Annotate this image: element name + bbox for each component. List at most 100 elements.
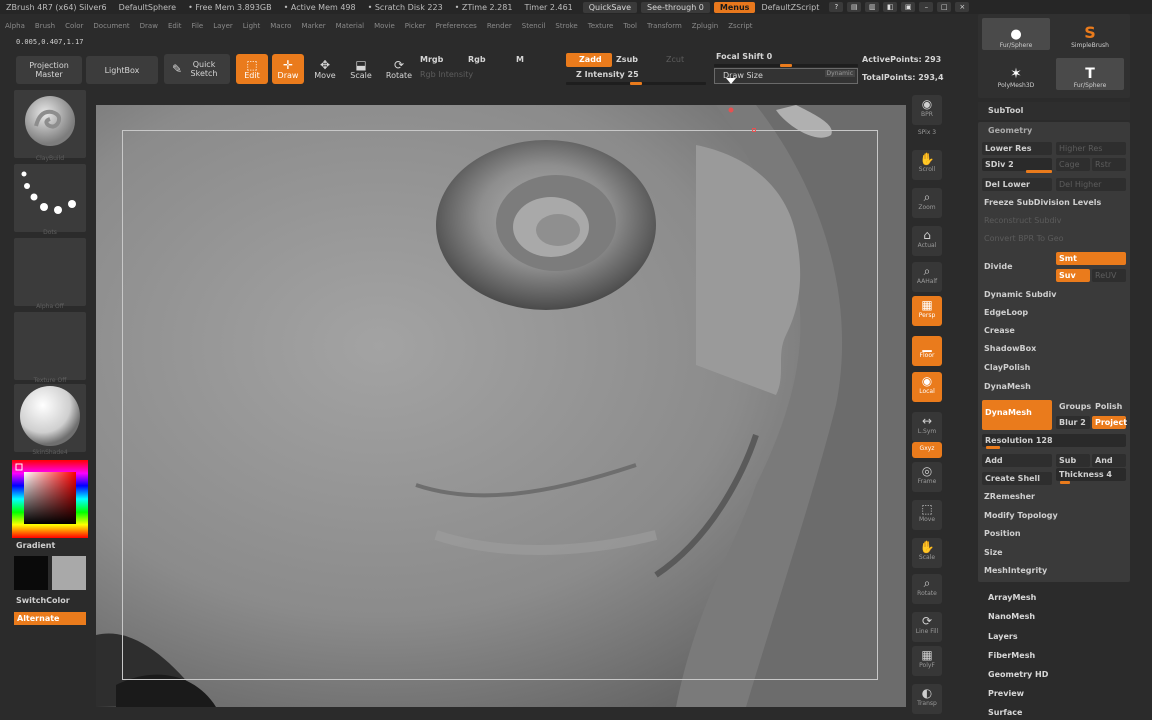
size-header[interactable]: Size (984, 548, 1003, 557)
projection-master-button[interactable]: Projection Master (16, 56, 82, 84)
secondary-color-swatch[interactable] (52, 556, 86, 590)
dynamic-toggle[interactable]: Dynamic (824, 70, 855, 77)
material-thumbnail[interactable] (14, 384, 86, 452)
smt-toggle[interactable]: Smt (1056, 252, 1126, 265)
help-icon[interactable]: ? (829, 2, 844, 12)
polish-toggle[interactable]: Polish (1092, 400, 1126, 413)
higher-res-button[interactable]: Higher Res (1056, 142, 1126, 155)
menu-zscript[interactable]: Zscript (723, 22, 757, 30)
cage-button[interactable]: Cage (1056, 158, 1090, 171)
del-higher-button[interactable]: Del Higher (1056, 178, 1126, 191)
nav-gxyz-button[interactable]: Gxyz (912, 442, 942, 458)
minimize-icon[interactable]: – (919, 2, 934, 12)
menu-macro[interactable]: Macro (265, 22, 296, 30)
surface-header[interactable]: Surface (988, 708, 1022, 717)
stroke-thumbnail[interactable] (14, 164, 86, 232)
menu-stencil[interactable]: Stencil (517, 22, 551, 30)
resolution-slider-fill[interactable] (986, 446, 1000, 449)
zcut-button[interactable]: Zcut (666, 55, 684, 64)
dynamesh-header[interactable]: DynaMesh (984, 382, 1031, 391)
color-wheel[interactable] (12, 460, 88, 538)
alternate-toggle[interactable]: Alternate (14, 612, 86, 625)
nav-local-button[interactable]: ◉ Local (912, 372, 942, 402)
default-zscript[interactable]: DefaultZScript (755, 3, 825, 12)
nav-rotate-button[interactable]: ⌕ Rotate (912, 574, 942, 604)
nav-scroll-button[interactable]: ✋ Scroll (912, 150, 942, 180)
zsub-button[interactable]: Zsub (616, 55, 638, 64)
modify-topology-header[interactable]: Modify Topology (984, 511, 1058, 520)
nav-polyf-button[interactable]: ▦ PolyF (912, 646, 942, 676)
thickness-slider-fill[interactable] (1060, 481, 1070, 484)
texture-thumbnail[interactable] (14, 312, 86, 380)
z-intensity-slider[interactable]: Z Intensity 25 (576, 70, 639, 79)
reconstruct-subdiv-button[interactable]: Reconstruct Subdiv (984, 216, 1062, 225)
del-lower-button[interactable]: Del Lower (982, 178, 1052, 191)
add-button[interactable]: Add (982, 454, 1052, 467)
nav-scale-button[interactable]: ✋ Scale (912, 538, 942, 568)
tool-tile-simplebrush[interactable]: S SimpleBrush (1056, 18, 1124, 50)
fibermesh-header[interactable]: FiberMesh (988, 651, 1035, 660)
close-icon[interactable]: × (955, 2, 970, 12)
nav-actual-button[interactable]: ⌂ Actual (912, 226, 942, 256)
nav-frame-button[interactable]: ◎ Frame (912, 462, 942, 492)
menu-preferences[interactable]: Preferences (431, 22, 482, 30)
maximize-icon[interactable]: □ (937, 2, 952, 12)
rgb-button[interactable]: Rgb (468, 55, 486, 64)
m-button[interactable]: M (516, 55, 524, 64)
preview-header[interactable]: Preview (988, 689, 1024, 698)
nav-persp-button[interactable]: ▦ Persp (912, 296, 942, 326)
layout-icon[interactable]: ▤ (847, 2, 862, 12)
menu-tool[interactable]: Tool (618, 22, 642, 30)
nav-bpr-button[interactable]: ◉ BPR (912, 95, 942, 125)
menu-render[interactable]: Render (482, 22, 517, 30)
rstr-button[interactable]: Rstr (1092, 158, 1126, 171)
menu-alpha[interactable]: Alpha (0, 22, 30, 30)
resolution-slider[interactable]: Resolution 128 (982, 434, 1126, 447)
menu-brush[interactable]: Brush (30, 22, 60, 30)
sub-button[interactable]: Sub (1056, 454, 1090, 467)
move-button[interactable]: ✥ Move (310, 54, 340, 84)
nav-l-sym-button[interactable]: ↔ L.Sym (912, 412, 942, 442)
geometry-hd-header[interactable]: Geometry HD (988, 670, 1048, 679)
menu-stroke[interactable]: Stroke (550, 22, 582, 30)
menu-color[interactable]: Color (60, 22, 88, 30)
alpha-thumbnail[interactable] (14, 238, 86, 306)
palette-icon[interactable]: ◧ (883, 2, 898, 12)
draw-button[interactable]: ✛ Draw (272, 54, 304, 84)
edgeloop-button[interactable]: EdgeLoop (984, 308, 1028, 317)
divide-button[interactable]: Divide (984, 262, 1013, 271)
zremesher-header[interactable]: ZRemesher (984, 492, 1035, 501)
project-toggle[interactable]: Project (1092, 416, 1127, 429)
see-through-slider[interactable]: See-through 0 (641, 1, 710, 13)
claypolish-button[interactable]: ClayPolish (984, 363, 1030, 372)
geometry-header[interactable]: Geometry (988, 126, 1032, 135)
main-color-swatch[interactable] (14, 556, 48, 590)
menu-light[interactable]: Light (238, 22, 265, 30)
edit-button[interactable]: ⬚ Edit (236, 54, 268, 84)
layout-icon-2[interactable]: ▥ (865, 2, 880, 12)
save-icon[interactable]: ▣ (901, 2, 916, 12)
menu-picker[interactable]: Picker (400, 22, 431, 30)
subtool-header[interactable]: SubTool (978, 102, 1130, 120)
crease-button[interactable]: Crease (984, 326, 1015, 335)
and-button[interactable]: And (1092, 454, 1126, 467)
menu-draw[interactable]: Draw (135, 22, 163, 30)
menu-texture[interactable]: Texture (583, 22, 619, 30)
lightbox-button[interactable]: LightBox (86, 56, 158, 84)
menu-layer[interactable]: Layer (208, 22, 238, 30)
menu-document[interactable]: Document (88, 22, 134, 30)
sculpt-model[interactable] (96, 105, 906, 707)
nanomesh-header[interactable]: NanoMesh (988, 612, 1035, 621)
sdiv-slider-fill[interactable] (1026, 170, 1052, 173)
menu-transform[interactable]: Transform (642, 22, 687, 30)
nav-transp-button[interactable]: ◐ Transp (912, 684, 942, 714)
scale-button[interactable]: ⬓ Scale (346, 54, 376, 84)
arraymesh-header[interactable]: ArrayMesh (988, 593, 1036, 602)
focal-shift-slider[interactable]: Focal Shift 0 (716, 52, 772, 61)
mrgb-button[interactable]: Mrgb (420, 55, 443, 64)
menu-zplugin[interactable]: Zplugin (687, 22, 723, 30)
dynamesh-button[interactable]: DynaMesh (982, 400, 1052, 430)
create-shell-button[interactable]: Create Shell (982, 472, 1052, 485)
groups-toggle[interactable]: Groups (1056, 400, 1091, 413)
canvas-viewport[interactable] (96, 105, 906, 707)
